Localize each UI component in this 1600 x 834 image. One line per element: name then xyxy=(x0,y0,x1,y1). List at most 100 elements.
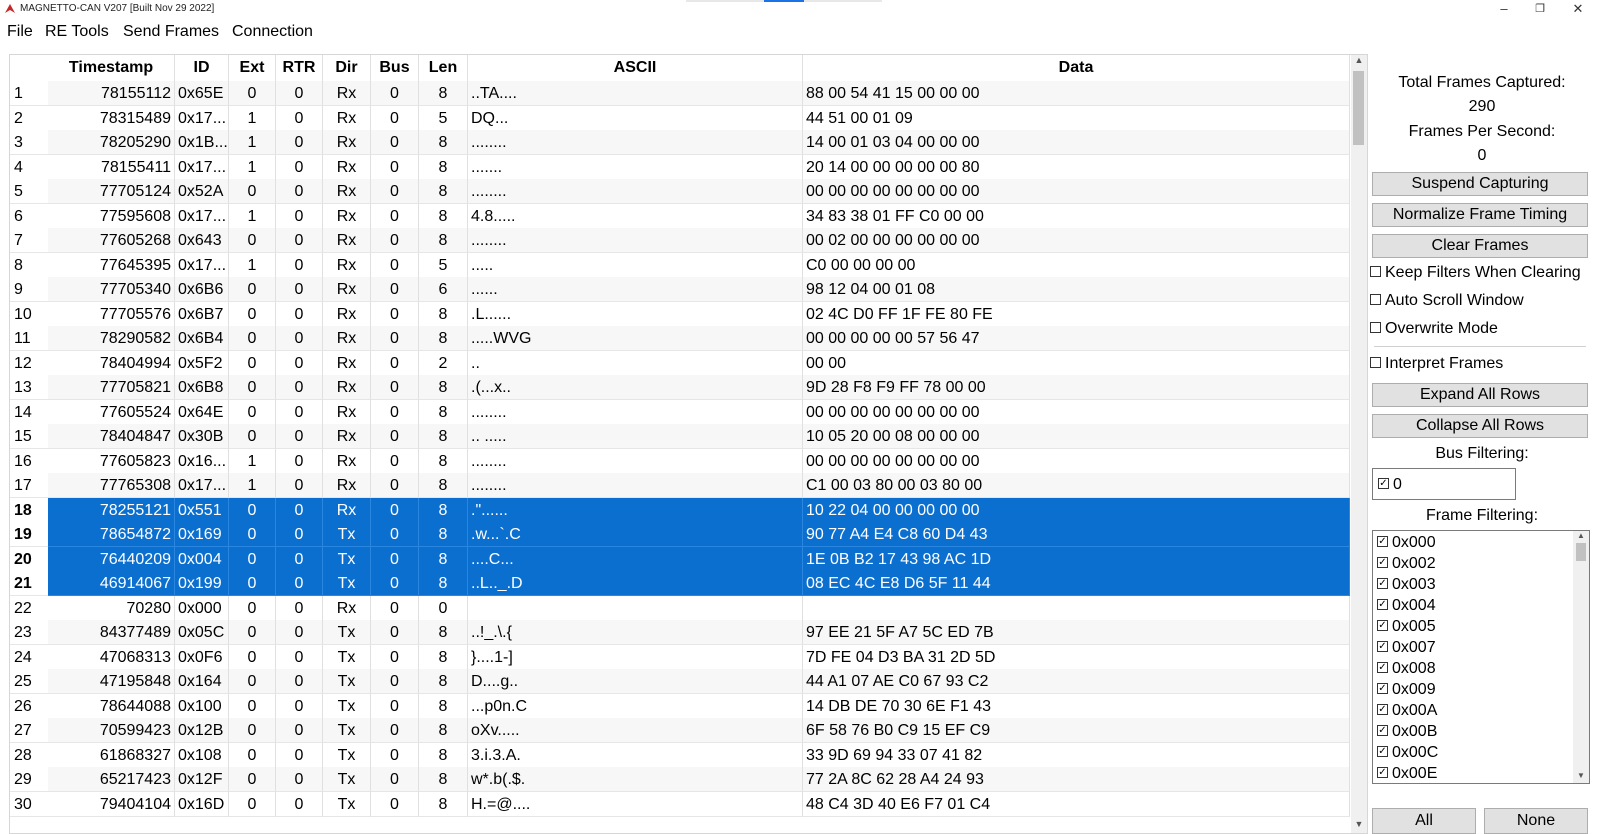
row-number: 17 xyxy=(10,473,48,498)
table-row[interactable]: 16 77605823 0x16... 1 0 Rx 0 8........ 00 00 00 … xyxy=(10,448,1350,474)
scroll-thumb[interactable] xyxy=(1353,71,1364,145)
bus-filter-item[interactable]: ✓ 0 xyxy=(1378,476,1402,494)
row-number: 14 xyxy=(10,399,48,425)
dir-cell: Rx xyxy=(323,473,371,498)
keep-filters-checkbox[interactable]: Keep Filters When Clearing xyxy=(1370,264,1581,286)
table-row[interactable]: 17 77765308 0x17... 1 0 Rx 0 8........ C1 00 03 … xyxy=(10,473,1350,498)
column-header-ext[interactable]: Ext xyxy=(229,55,276,81)
bus-cell: 0 xyxy=(371,301,419,327)
table-row[interactable]: 26 78644088 0x100 0 0 Tx 0 8 ...p0n.C 14 DB DE 70… xyxy=(10,693,1350,719)
table-row[interactable]: 14 77605524 0x64E 0 0 Rx 0 8........ 00 00 00 00… xyxy=(10,399,1350,425)
select-all-button[interactable]: All xyxy=(1372,808,1476,834)
timestamp-cell: 84377489 xyxy=(48,620,175,645)
table-row[interactable]: 24 47068313 0x0F6 0 0 Tx 0 8}....1-] 7D FE 04 D3… xyxy=(10,644,1350,670)
select-none-button[interactable]: None xyxy=(1484,808,1588,834)
overwrite-mode-checkbox[interactable]: Overwrite Mode xyxy=(1370,320,1498,342)
table-row[interactable]: 22 70280 0x000 0 0 Rx 0 0 xyxy=(10,595,1350,621)
table-row[interactable]: 10 77705576 0x6B7 0 0 Rx 0 8 .L...... 02 4C D0 FF… xyxy=(10,301,1350,327)
table-row[interactable]: 5 77705124 0x52A 0 0 Rx 0 8........ 00 00 00 00 … xyxy=(10,179,1350,204)
row-number: 30 xyxy=(10,791,48,817)
data-cell: 48 C4 3D 40 E6 F7 01 C4 xyxy=(803,791,1350,817)
table-row[interactable]: 25 47195848 0x164 0 0 Tx 0 8 D....g.. 44 A1 07 AE… xyxy=(10,669,1350,694)
column-header-timestamp[interactable]: Timestamp xyxy=(48,55,175,81)
table-row[interactable]: 27 70599423 0x12B 0 0 Tx 0 8 oXv..... 6F 58 76 B0… xyxy=(10,718,1350,743)
table-row[interactable]: 7 77605268 0x643 0 0 Rx 0 8........ 00 02 00 00 … xyxy=(10,228,1350,253)
scroll-up-icon[interactable]: ▲ xyxy=(1351,55,1367,69)
bus-filter-list[interactable]: ✓ 0 xyxy=(1372,468,1516,500)
table-row[interactable]: 30 79404104 0x16D 0 0 Tx 0 8 H.=@.... 48 C4 3D 40… xyxy=(10,791,1350,817)
column-header-dir[interactable]: Dir xyxy=(323,55,371,81)
table-row[interactable]: 12 78404994 0x5F2 0 0 Rx 0 2.. 00 00 xyxy=(10,350,1350,376)
scroll-thumb[interactable] xyxy=(1576,543,1586,561)
scroll-down-icon[interactable]: ▼ xyxy=(1573,771,1589,783)
table-row[interactable]: 23 84377489 0x05C 0 0 Tx 0 8 ..!_.\.{97 EE 21 5F… xyxy=(10,620,1350,645)
menu-file[interactable]: File xyxy=(7,23,33,41)
table-row[interactable]: 28 61868327 0x108 0 0 Tx 0 8 3.i.3.A. 33 9D 69 94… xyxy=(10,742,1350,768)
suspend-capturing-button[interactable]: Suspend Capturing xyxy=(1372,172,1588,196)
table-row[interactable]: 6 77595608 0x17... 1 0 Rx 0 8 4.8..... 34 83 38 0… xyxy=(10,203,1350,229)
auto-scroll-checkbox[interactable]: Auto Scroll Window xyxy=(1370,292,1524,314)
table-row[interactable]: 2 78315489 0x17... 1 0 Rx 0 5 DQ... 44 51 00 01 0… xyxy=(10,105,1350,131)
menu-send-frames[interactable]: Send Frames xyxy=(123,23,219,41)
frame-filter-item[interactable]: ✓ 0x003 xyxy=(1377,574,1436,595)
frame-filter-item[interactable]: ✓ 0x008 xyxy=(1377,658,1436,679)
frame-filter-item[interactable]: ✓ 0x00B xyxy=(1377,721,1437,742)
column-header-len[interactable]: Len xyxy=(419,55,468,81)
frame-filter-item[interactable]: ✓ 0x00A xyxy=(1377,700,1437,721)
table-row[interactable]: 13 77705821 0x6B8 0 0 Rx 0 8 .(...x.. 9D 28 F8 F9… xyxy=(10,375,1350,400)
table-row[interactable]: 9 77705340 0x6B6 0 0 Rx 0 6...... 98 12 04 00 01… xyxy=(10,277,1350,302)
checkbox-checked-icon: ✓ xyxy=(1377,725,1388,737)
table-row[interactable]: 29 65217423 0x12F 0 0 Tx 0 8 w*.b(.$. 77 2A 8C 62… xyxy=(10,767,1350,792)
table-row[interactable]: 3 78205290 0x1B... 1 0 Rx 0 8........ 14 00 01 0… xyxy=(10,130,1350,155)
data-cell: C1 00 03 80 00 03 80 00 xyxy=(803,473,1350,498)
ascii-cell: ........ xyxy=(468,448,803,474)
frame-filter-item[interactable]: ✓ 0x004 xyxy=(1377,595,1436,616)
ext-cell: 0 xyxy=(229,497,276,523)
menu-re-tools[interactable]: RE Tools xyxy=(45,23,109,41)
expand-all-rows-button[interactable]: Expand All Rows xyxy=(1372,383,1588,407)
interpret-frames-checkbox[interactable]: Interpret Frames xyxy=(1370,355,1503,377)
menu-connection[interactable]: Connection xyxy=(232,23,313,41)
table-row[interactable]: 15 78404847 0x30B 0 0 Rx 0 8.. ..... 10 05 20 00… xyxy=(10,424,1350,449)
scroll-up-icon[interactable]: ▲ xyxy=(1573,531,1589,543)
dir-cell: Rx xyxy=(323,301,371,327)
column-header-id[interactable]: ID xyxy=(175,55,229,81)
frames-table[interactable]: Timestamp ID Ext RTR Dir Bus Len ASCII Data 1 781… xyxy=(9,54,1368,834)
ext-cell: 0 xyxy=(229,693,276,719)
collapse-all-rows-button[interactable]: Collapse All Rows xyxy=(1372,414,1588,438)
dir-cell: Rx xyxy=(323,448,371,474)
table-row[interactable]: 8 77645395 0x17... 1 0 Rx 0 5..... C0 00 00 00 0… xyxy=(10,252,1350,278)
clear-frames-button[interactable]: Clear Frames xyxy=(1372,234,1588,258)
row-number: 21 xyxy=(10,571,48,596)
frame-filter-item[interactable]: ✓ 0x00E xyxy=(1377,763,1437,783)
rtr-cell: 0 xyxy=(276,399,323,425)
table-row[interactable]: 4 78155411 0x17... 1 0 Rx 0 8 ....... 20 14 00 0… xyxy=(10,154,1350,180)
frame-filter-item[interactable]: ✓ 0x002 xyxy=(1377,553,1436,574)
column-header-rtr[interactable]: RTR xyxy=(276,55,323,81)
frame-filter-item[interactable]: ✓ 0x005 xyxy=(1377,616,1436,637)
column-header-ascii[interactable]: ASCII xyxy=(468,55,803,81)
normalize-timing-button[interactable]: Normalize Frame Timing xyxy=(1372,203,1588,227)
table-row[interactable]: 11 78290582 0x6B4 0 0 Rx 0 8 .....WVG 00 00 00 00… xyxy=(10,326,1350,351)
table-row[interactable]: 20 76440209 0x004 0 0 Tx 0 8 ....C... 1E 0B B2 17… xyxy=(10,546,1350,572)
restore-icon[interactable]: ❐ xyxy=(1522,0,1558,20)
table-row[interactable]: 18 78255121 0x551 0 0 Rx 0 8 ."...... 10 22 04 00… xyxy=(10,497,1350,523)
close-icon[interactable]: ✕ xyxy=(1560,0,1596,20)
data-cell: 20 14 00 00 00 00 00 80 xyxy=(803,154,1350,180)
frame-filter-item[interactable]: ✓ 0x009 xyxy=(1377,679,1436,700)
table-row[interactable]: 1 78155112 0x65E 0 0 Rx 0 8 ..TA.... 88 00 54 41 … xyxy=(10,81,1350,106)
frame-filter-list[interactable]: ✓ 0x000 ✓ 0x002 ✓ 0x003 ✓ 0x004 ✓ 0x005 ✓ 0x007 ✓ 0x0… xyxy=(1372,530,1590,784)
frame-filter-item[interactable]: ✓ 0x007 xyxy=(1377,637,1436,658)
table-row[interactable]: 19 78654872 0x169 0 0 Tx 0 8 .w...`.C 90 77 A4 E4… xyxy=(10,522,1350,547)
row-number: 2 xyxy=(10,105,48,131)
table-scrollbar[interactable]: ▲ ▼ xyxy=(1351,55,1367,833)
frame-filter-item[interactable]: ✓ 0x000 xyxy=(1377,532,1436,553)
column-header-bus[interactable]: Bus xyxy=(371,55,419,81)
frame-filter-scrollbar[interactable]: ▲ ▼ xyxy=(1573,531,1589,783)
column-header-data[interactable]: Data xyxy=(803,55,1350,81)
table-row[interactable]: 21 46914067 0x199 0 0 Tx 0 8 ..L.._.D 08 EC 4C E8… xyxy=(10,571,1350,596)
minimize-icon[interactable]: – xyxy=(1486,0,1522,20)
scroll-down-icon[interactable]: ▼ xyxy=(1351,819,1367,833)
id-cell: 0x30B xyxy=(175,424,229,449)
frame-filter-item[interactable]: ✓ 0x00C xyxy=(1377,742,1438,763)
